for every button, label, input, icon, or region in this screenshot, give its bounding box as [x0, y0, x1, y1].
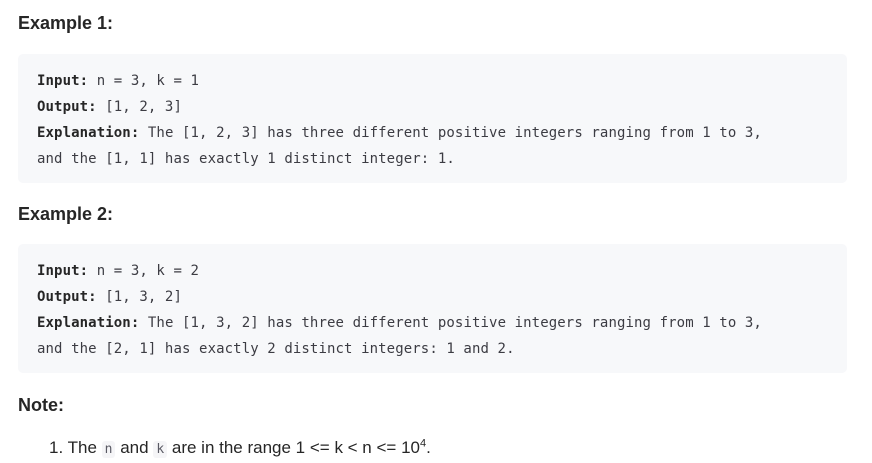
example-2-heading: Example 2:	[18, 204, 114, 224]
note-text-end: .	[426, 438, 431, 457]
input-label: Input:	[37, 263, 89, 279]
example-1-code-block: Input: n = 3, k = 1 Output: [1, 2, 3] Ex…	[18, 54, 847, 183]
explanation-label: Explanation:	[37, 315, 140, 331]
example-2-output-line: Output: [1, 3, 2]	[37, 284, 847, 310]
example-2-code-block: Input: n = 3, k = 2 Output: [1, 3, 2] Ex…	[18, 244, 847, 373]
output-label: Output:	[37, 99, 97, 115]
example-2-explanation-line: Explanation: The [1, 3, 2] has three dif…	[37, 310, 847, 336]
example-2-input-line: Input: n = 3, k = 2	[37, 258, 847, 284]
example-1-output-line: Output: [1, 2, 3]	[37, 94, 847, 120]
inline-code-n: n	[101, 441, 116, 458]
output-label: Output:	[37, 289, 97, 305]
example-2-explanation-continued: and the [2, 1] has exactly 2 distinct in…	[37, 341, 515, 357]
explanation-text-1: The [1, 2, 3] has three different positi…	[139, 125, 762, 141]
example-1-explanation-continued: and the [1, 1] has exactly 1 distinct in…	[37, 151, 455, 167]
note-heading: Note:	[18, 395, 64, 415]
note-text-and: and	[120, 438, 149, 457]
input-value: n = 3, k = 1	[88, 73, 200, 89]
note-text-the: The	[67, 438, 97, 457]
input-value: n = 3, k = 2	[88, 263, 200, 279]
note-list-item: 1. The n and k are in the range 1 <= k <…	[49, 436, 431, 462]
note-item-number: 1.	[49, 438, 64, 457]
example-1-heading: Example 1:	[18, 13, 114, 33]
example-1-input-line: Input: n = 3, k = 1	[37, 68, 847, 94]
note-text-range: are in the range 1 <= k < n <= 10	[171, 438, 420, 457]
explanation-label: Explanation:	[37, 125, 140, 141]
explanation-text-1: The [1, 3, 2] has three different positi…	[139, 315, 762, 331]
input-label: Input:	[37, 73, 89, 89]
output-value: [1, 3, 2]	[96, 289, 182, 305]
output-value: [1, 2, 3]	[96, 99, 182, 115]
example-1-explanation-line: Explanation: The [1, 2, 3] has three dif…	[37, 120, 847, 146]
inline-code-k: k	[153, 441, 168, 458]
